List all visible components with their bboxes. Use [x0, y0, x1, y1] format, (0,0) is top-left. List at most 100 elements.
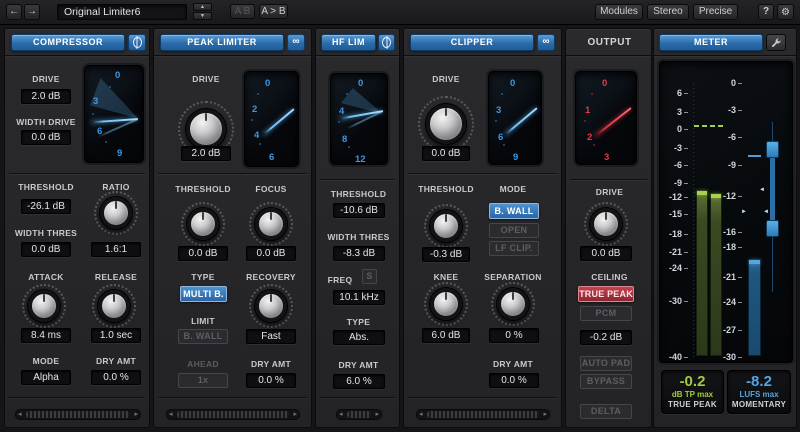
hf-limiter-sidechain-button[interactable]: S [362, 269, 377, 284]
clipper-drive-value[interactable]: 0.0 dB [422, 146, 470, 161]
scroll-left-icon[interactable]: ◂ [417, 409, 425, 420]
peak-limiter-type-button[interactable]: MULTI B. [180, 286, 227, 302]
compressor-gain-reduction-meter: 0 3 6 9 [84, 65, 144, 163]
compressor-ratio-knob[interactable] [100, 197, 132, 229]
vu-tick: 0 [265, 78, 270, 89]
peak-limiter-dry-value[interactable]: 0.0 % [246, 373, 296, 388]
scroll-right-icon[interactable]: ▸ [132, 409, 140, 420]
a-to-b-button[interactable]: A > B [259, 4, 288, 19]
hf-limiter-width-thres-value[interactable]: -8.3 dB [333, 246, 385, 261]
peak-limiter-recovery-value[interactable]: Fast [246, 329, 296, 344]
peak-limiter-ahead-button[interactable]: 1x [178, 373, 228, 388]
compressor-drive-value[interactable]: 2.0 dB [21, 89, 71, 104]
stereo-width-icon [133, 37, 142, 48]
clipper-knee-knob[interactable] [430, 288, 462, 320]
scroll-left-icon[interactable]: ◂ [337, 409, 345, 420]
clipper-threshold-value[interactable]: -0.3 dB [422, 247, 470, 262]
settings-gear-icon[interactable]: ⚙ [777, 4, 794, 20]
compressor-dry-value[interactable]: 0.0 % [91, 370, 141, 385]
modules-button[interactable]: Modules [595, 4, 643, 20]
spinner-down-icon[interactable]: ▼ [193, 12, 212, 20]
peak-limiter-scrollbar[interactable]: ◂ ▸ [166, 409, 300, 420]
lufs-scale-tick: -21 [708, 272, 742, 282]
compressor-release-value[interactable]: 1.0 sec [91, 328, 141, 343]
output-drive-knob[interactable] [590, 208, 622, 240]
scroll-thumb[interactable] [427, 411, 540, 418]
scroll-thumb[interactable] [26, 411, 131, 418]
compressor-mode-value[interactable]: Alpha [21, 370, 71, 385]
scroll-right-icon[interactable]: ▸ [291, 409, 299, 420]
preset-name-display[interactable]: Original Limiter6 [57, 4, 187, 20]
help-button[interactable]: ? [758, 4, 774, 20]
compressor-width-thres-value[interactable]: 0.0 dB [21, 242, 71, 257]
stereo-button[interactable]: Stereo [647, 4, 689, 20]
peak-limiter-recovery-knob[interactable] [255, 290, 287, 322]
vu-needle [504, 107, 537, 136]
peak-limiter-drive-value[interactable]: 2.0 dB [181, 146, 231, 161]
hf-limiter-freq-value[interactable]: 10.1 kHz [333, 290, 385, 305]
clipper-knee-value[interactable]: 6.0 dB [422, 328, 470, 343]
ab-compare-button[interactable]: A B [230, 4, 255, 19]
hf-limiter-title-button[interactable]: HF LIM [321, 34, 376, 51]
vu-needle [263, 108, 295, 135]
clipper-dry-value[interactable]: 0.0 % [489, 373, 539, 388]
output-auto-pad-button[interactable]: AUTO PAD [580, 356, 632, 371]
hf-limiter-type-value[interactable]: Abs. [333, 330, 385, 345]
clipper-link-icon[interactable]: ∞ [537, 34, 555, 51]
meter-title-button[interactable]: METER [659, 34, 763, 51]
compressor-attack-knob[interactable] [28, 290, 60, 322]
peak-limiter-limit-button[interactable]: B. WALL [178, 329, 228, 344]
compressor-threshold-value[interactable]: -26.1 dB [21, 199, 71, 214]
clipper-title-button[interactable]: CLIPPER [410, 34, 534, 51]
clipper-drive-knob[interactable] [426, 104, 466, 144]
peak-limiter-threshold-knob[interactable] [187, 208, 219, 240]
clipper-threshold-knob[interactable] [430, 210, 462, 242]
vu-minor-tick [593, 144, 595, 146]
output-delta-button[interactable]: DELTA [580, 404, 632, 419]
clipper-mode-open-button[interactable]: OPEN [489, 223, 539, 238]
clipper-scrollbar[interactable]: ◂ ▸ [416, 409, 550, 420]
output-true-peak-button[interactable]: TRUE PEAK [578, 286, 634, 302]
true-peak-readout[interactable]: -0.2 dB TP max TRUE PEAK [661, 370, 724, 414]
compressor-attack-value[interactable]: 8.4 ms [21, 328, 71, 343]
spinner-up-icon[interactable]: ▲ [193, 3, 212, 11]
lufs-readout-label: MOMENTARY [728, 400, 790, 410]
scroll-right-icon[interactable]: ▸ [541, 409, 549, 420]
peak-limiter-drive-knob[interactable] [186, 109, 226, 149]
preset-back-icon[interactable]: ← [6, 4, 22, 20]
lufs-scale-tick: -3 [708, 105, 742, 115]
scroll-thumb[interactable] [177, 411, 290, 418]
output-drive-value[interactable]: 0.0 dB [580, 246, 632, 261]
precise-button[interactable]: Precise [693, 4, 738, 20]
clipper-mode-lfclip-button[interactable]: LF CLIP. [489, 241, 539, 256]
peak-limiter-focus-value[interactable]: 0.0 dB [246, 246, 296, 261]
hf-limiter-stereo-icon[interactable] [378, 34, 395, 51]
hf-limiter-threshold-value[interactable]: -10.6 dB [333, 203, 385, 218]
output-ceiling-value[interactable]: -0.2 dB [580, 330, 632, 345]
peak-limiter-focus-knob[interactable] [255, 208, 287, 240]
compressor-release-knob[interactable] [98, 290, 130, 322]
compressor-ratio-value[interactable]: 1.6:1 [91, 242, 141, 257]
lufs-readout[interactable]: -8.2 LUFS max MOMENTARY [727, 370, 791, 414]
hf-limiter-scrollbar[interactable]: ◂ ▸ [336, 409, 382, 420]
scroll-thumb[interactable] [347, 411, 372, 418]
peak-limiter-threshold-value[interactable]: 0.0 dB [178, 246, 228, 261]
clipper-separation-knob[interactable] [497, 288, 529, 320]
scroll-right-icon[interactable]: ▸ [373, 409, 381, 420]
clipper-mode-bwall-button[interactable]: B. WALL [489, 203, 539, 219]
meter-wrench-icon[interactable] [766, 34, 786, 51]
compressor-width-drive-value[interactable]: 0.0 dB [21, 130, 71, 145]
hf-limiter-dry-value[interactable]: 6.0 % [333, 374, 385, 389]
output-bypass-button[interactable]: BYPASS [580, 374, 632, 389]
scroll-left-icon[interactable]: ◂ [16, 409, 24, 420]
compressor-stereo-icon[interactable] [128, 34, 146, 51]
compressor-scrollbar[interactable]: ◂ ▸ [15, 409, 141, 420]
output-pcm-button[interactable]: PCM [580, 306, 632, 321]
peak-limiter-title-button[interactable]: PEAK LIMITER [160, 34, 284, 51]
scroll-left-icon[interactable]: ◂ [167, 409, 175, 420]
compressor-title-button[interactable]: COMPRESSOR [11, 34, 125, 51]
divider [408, 173, 557, 175]
clipper-separation-value[interactable]: 0 % [489, 328, 539, 343]
preset-forward-icon[interactable]: → [24, 4, 40, 20]
peak-limiter-link-icon[interactable]: ∞ [287, 34, 305, 51]
